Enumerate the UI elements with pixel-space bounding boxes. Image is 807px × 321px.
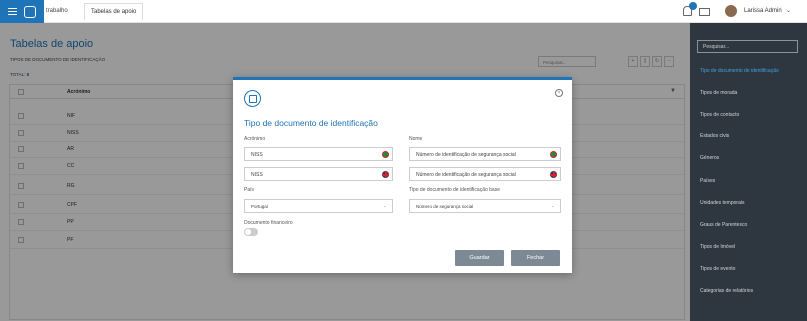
nome-en-input[interactable]: Número de identificação de segurança soc… — [409, 167, 561, 181]
right-sidebar: Pesquisar... Tipo de documento de identi… — [690, 23, 807, 321]
portugal-flag-icon — [550, 151, 557, 158]
acronimo-pt-value: NISS — [251, 152, 263, 158]
chevron-down-icon[interactable]: ⌄ — [786, 7, 791, 14]
notification-badge — [689, 2, 697, 10]
financeiro-label: Documento financeiro — [244, 220, 293, 226]
portugal-flag-icon — [382, 151, 389, 158]
uk-flag-icon — [382, 171, 389, 178]
edit-document-type-dialog: × Tipo de documento de identificação Acr… — [233, 77, 572, 273]
chevron-down-icon: ⌄ — [382, 203, 387, 209]
chevron-down-icon: ⌄ — [550, 203, 555, 209]
sidebar-item-tipos-morada[interactable]: Tipos de morada — [700, 90, 737, 96]
dialog-title: Tipo de documento de identificação — [244, 118, 378, 128]
sidebar-item-paises[interactable]: Países — [700, 178, 715, 184]
nome-pt-value: Número de identificação de segurança soc… — [416, 152, 516, 158]
sidebar-item-categorias-relatorios[interactable]: Categorias de relatórios — [700, 288, 753, 294]
user-name[interactable]: Larissa Admin — [744, 8, 782, 14]
tipo-base-label: Tipo de documento de identificação base — [409, 187, 500, 193]
save-button[interactable]: Guardar — [455, 250, 504, 266]
acronimo-en-input[interactable]: NISS — [244, 167, 393, 181]
pais-select[interactable]: Portugal ⌄ — [244, 199, 393, 213]
hamburger-icon — [7, 8, 17, 15]
sidebar-item-unidades-temporais[interactable]: Unidades temporais — [700, 200, 744, 206]
nome-en-value: Número de identificação de segurança soc… — [416, 172, 516, 178]
sidebar-item-tipos-evento[interactable]: Tipos de evento — [700, 266, 735, 272]
sidebar-item-generos[interactable]: Géneros — [700, 155, 719, 161]
breadcrumb-workspace[interactable]: trabalho — [46, 8, 68, 14]
document-type-icon — [244, 90, 261, 107]
sidebar-item-estados-civis[interactable]: Estados civis — [700, 133, 729, 139]
acronimo-en-value: NISS — [251, 172, 263, 178]
pais-label: País — [244, 187, 255, 193]
uk-flag-icon — [550, 171, 557, 178]
sidebar-search-input[interactable]: Pesquisar... — [697, 40, 798, 53]
top-bar: trabalho Tabelas de apoio Larissa Admin … — [0, 0, 807, 23]
app-logo-icon — [24, 5, 37, 18]
sidebar-item-tipos-contacto[interactable]: Tipos de contacto — [700, 112, 739, 118]
app-menu-button[interactable] — [0, 0, 44, 23]
sidebar-item-graus-parentesco[interactable]: Graus de Parentesco — [700, 222, 747, 228]
sidebar-item-tipos-imovel[interactable]: Tipos de Imóvel — [700, 244, 735, 250]
pais-value: Portugal — [251, 204, 268, 209]
nome-label: Nome — [409, 136, 423, 142]
nome-pt-input[interactable]: Número de identificação de segurança soc… — [409, 147, 561, 161]
user-avatar[interactable] — [725, 5, 737, 17]
close-button[interactable]: Fechar — [511, 250, 560, 266]
tab-tabelas-de-apoio[interactable]: Tabelas de apoio — [84, 3, 144, 20]
financeiro-toggle[interactable] — [244, 228, 258, 236]
acronimo-label: Acrónimo — [244, 136, 266, 142]
tipo-base-value: Número de segurança social — [416, 204, 474, 209]
acronimo-pt-input[interactable]: NISS — [244, 147, 393, 161]
sidebar-item-tipo-documento[interactable]: Tipo de documento de identificação — [700, 68, 779, 74]
tipo-base-select[interactable]: Número de segurança social ⌄ — [409, 199, 561, 213]
mail-icon[interactable] — [699, 8, 710, 16]
close-icon[interactable]: × — [555, 89, 563, 97]
